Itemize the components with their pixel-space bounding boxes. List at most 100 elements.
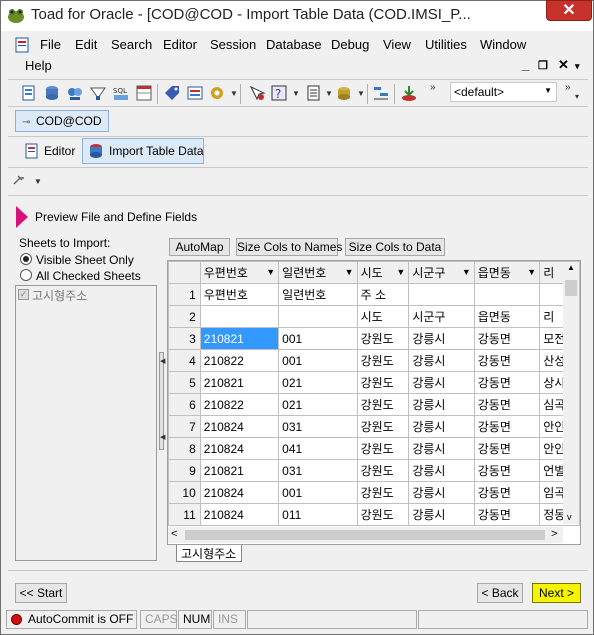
radio-all-sheets[interactable]	[20, 269, 32, 281]
panel-splitter[interactable]: ◀ ◀	[159, 352, 165, 450]
table-cell[interactable]: 031	[278, 415, 358, 438]
table-cell[interactable]: 210822	[199, 393, 280, 416]
scroll-up-icon[interactable]: ▲	[567, 263, 575, 272]
table-cell[interactable]: 031	[278, 459, 358, 482]
table-cell[interactable]: 강릉시	[408, 437, 475, 460]
table-cell[interactable]: 210821	[199, 459, 280, 482]
next-button[interactable]: Next >	[532, 583, 581, 603]
scroll-down-icon[interactable]: v	[567, 512, 572, 522]
table-cell[interactable]: 강원도	[356, 437, 410, 460]
table-cell[interactable]: 210821	[199, 327, 280, 350]
table-cell[interactable]: 210821	[199, 371, 280, 394]
size-cols-to-data-button[interactable]: Size Cols to Data	[345, 238, 445, 256]
table-cell[interactable]: 강원도	[356, 371, 410, 394]
menu-search[interactable]: Search	[111, 37, 152, 52]
table-cell[interactable]: 강릉시	[408, 327, 475, 350]
table-cell[interactable]: 강릉시	[408, 393, 475, 416]
chevron-down-icon[interactable]: ▾	[575, 92, 579, 101]
table-cell[interactable]: 210824	[199, 437, 280, 460]
compare-icon[interactable]	[372, 84, 390, 102]
toolbar-overflow-icon[interactable]: »	[430, 82, 436, 93]
table-cell[interactable]: 강원도	[356, 393, 410, 416]
menu-database[interactable]: Database	[266, 37, 322, 52]
menu-editor[interactable]: Editor	[163, 37, 197, 52]
sheet-tab[interactable]: 고시형주소	[176, 545, 242, 562]
menu-debug[interactable]: Debug	[331, 37, 369, 52]
table-cell[interactable]	[408, 283, 475, 306]
menu-file[interactable]: File	[40, 37, 61, 52]
menu-session[interactable]: Session	[210, 37, 256, 52]
table-row[interactable]: 7 210824 031 강원도 강릉시 강동면 안인	[168, 415, 580, 438]
chevron-down-icon[interactable]: ▼	[357, 89, 365, 98]
table-cell[interactable]: 강릉시	[408, 349, 475, 372]
table-cell[interactable]: 001	[278, 327, 358, 350]
table-cell[interactable]: 시도	[356, 305, 410, 328]
table-cell[interactable]: 강동면	[473, 459, 541, 482]
table-cell[interactable]: 강원도	[356, 503, 410, 526]
table-row[interactable]: 5 210821 021 강원도 강릉시 강동면 상시	[168, 371, 580, 394]
size-cols-to-names-button[interactable]: Size Cols to Names	[236, 238, 342, 256]
chevron-down-icon[interactable]: ▼	[34, 177, 42, 186]
sql-tracker-icon[interactable]	[89, 84, 107, 102]
table-cell[interactable]	[199, 305, 280, 328]
table-cell[interactable]	[473, 283, 541, 306]
radio-visible-sheet[interactable]	[20, 253, 32, 265]
column-header[interactable]: 우편번호 ▼	[199, 261, 280, 284]
vertical-scrollbar[interactable]	[563, 262, 579, 524]
menu-overflow-icon[interactable]: ▾	[575, 61, 580, 72]
start-button[interactable]: << Start	[15, 583, 67, 603]
table-cell[interactable]: 210824	[199, 481, 280, 504]
close-window-button[interactable]: ✕	[546, 0, 592, 21]
gear-icon[interactable]	[208, 84, 226, 102]
connection-tab[interactable]: ⊸ COD@COD	[15, 110, 109, 132]
session-browser-icon[interactable]	[66, 84, 84, 102]
table-row[interactable]: 10 210824 001 강원도 강릉시 강동면 임곡	[168, 481, 580, 504]
menu-utilities[interactable]: Utilities	[425, 37, 467, 52]
table-cell[interactable]: 강원도	[356, 349, 410, 372]
table-row[interactable]: 1 우편번호 일련번호 주 소	[168, 283, 580, 306]
table-cell[interactable]: 강동면	[473, 393, 541, 416]
sheet-checkbox[interactable]: ✓	[18, 289, 29, 300]
table-cell[interactable]: 우편번호	[199, 283, 280, 306]
script-icon[interactable]	[305, 84, 323, 102]
schema-combo[interactable]: <default> ▼	[450, 82, 557, 102]
table-cell[interactable]: 강릉시	[408, 503, 475, 526]
table-cell[interactable]: 021	[278, 371, 358, 394]
table-row[interactable]: 3 210821 001 강원도 강릉시 강동면 모전	[168, 327, 580, 350]
table-cell[interactable]: 강원도	[356, 459, 410, 482]
import-icon[interactable]	[400, 84, 418, 102]
table-cell[interactable]: 강동면	[473, 415, 541, 438]
preview-grid[interactable]: 우편번호 ▼ 일련번호 ▼ 시도 ▼ 시군구 ▼ 읍면동 ▼ 리 1 우편번호 일련번호 주 소…	[167, 260, 581, 545]
table-cell[interactable]: 강동면	[473, 371, 541, 394]
table-cell[interactable]: 강원도	[356, 327, 410, 350]
column-header[interactable]: 일련번호 ▼	[278, 261, 358, 284]
minimize-child-button[interactable]: _	[522, 57, 529, 72]
table-cell[interactable]: 강동면	[473, 327, 541, 350]
table-row[interactable]: 8 210824 041 강원도 강릉시 강동면 안인	[168, 437, 580, 460]
vertical-scroll-thumb[interactable]	[565, 280, 577, 296]
scroll-left-icon[interactable]: <	[171, 528, 177, 540]
table-cell[interactable]: 011	[278, 503, 358, 526]
table-cell[interactable]: 읍면동	[473, 305, 541, 328]
table-cell[interactable]: 강릉시	[408, 481, 475, 504]
table-cell[interactable]: 강동면	[473, 503, 541, 526]
table-cell[interactable]: 강동면	[473, 481, 541, 504]
table-cell[interactable]: 강원도	[356, 415, 410, 438]
query-builder-icon[interactable]: ?	[270, 84, 288, 102]
table-row[interactable]: 9 210821 031 강원도 강릉시 강동면 언별	[168, 459, 580, 482]
table-cell[interactable]: 041	[278, 437, 358, 460]
horizontal-scroll-thumb[interactable]	[185, 530, 545, 540]
sheet-item[interactable]: 고시형주소	[32, 287, 87, 304]
table-row[interactable]: 4 210822 001 강원도 강릉시 강동면 산성	[168, 349, 580, 372]
table-cell[interactable]: 일련번호	[278, 283, 358, 306]
autocommit-status[interactable]: AutoCommit is OFF	[6, 610, 137, 629]
column-header[interactable]: 시군구 ▼	[408, 261, 475, 284]
table-cell[interactable]	[278, 305, 358, 328]
debug-icon[interactable]	[248, 84, 266, 102]
table-cell[interactable]: 강릉시	[408, 415, 475, 438]
sheets-list[interactable]	[15, 285, 157, 561]
table-cell[interactable]: 210824	[199, 415, 280, 438]
close-child-button[interactable]: ✕	[558, 57, 569, 73]
toolbar-overflow-icon[interactable]: »	[565, 82, 571, 93]
table-cell[interactable]: 001	[278, 481, 358, 504]
